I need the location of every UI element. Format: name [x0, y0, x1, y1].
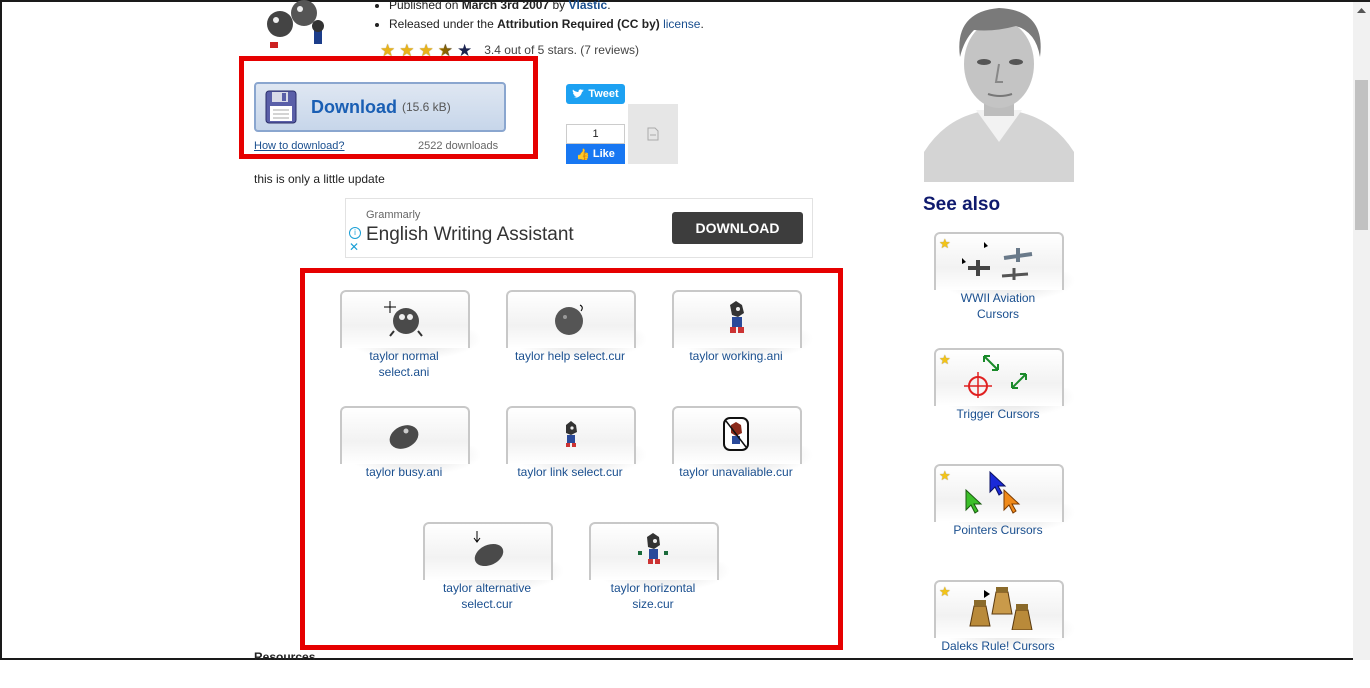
featured-star-icon: ★ [939, 236, 951, 251]
ad-brand: Grammarly [366, 209, 421, 221]
download-count: 2522 downloads [418, 140, 499, 151]
download-size: (15.6 kB) [402, 100, 451, 114]
cursor-card[interactable]: taylor alternative select.cur [423, 522, 565, 630]
see-also-card[interactable]: ★ Trigger Cursors [934, 348, 1076, 456]
cursor-card[interactable]: taylor horizontal size.cur [589, 522, 731, 630]
cursor-card[interactable]: taylor normal select.ani [340, 290, 482, 398]
cursor-name: size.cur [632, 597, 674, 611]
ad-title: English Writing Assistant [366, 224, 574, 245]
bomb-crosshair-icon [384, 301, 423, 337]
like-button[interactable]: 👍 Like [566, 144, 625, 164]
author-link[interactable]: Vlastic [569, 0, 608, 12]
cursor-card[interactable]: taylor unavaliable.cur [672, 406, 814, 514]
rating-row[interactable]: ★ ★ ★ ★ ★ 3.4 out of 5 stars. (7 reviews… [380, 40, 639, 60]
star-icon[interactable]: ★ [419, 42, 434, 59]
daleks-icon [969, 587, 1033, 630]
cursor-name: taylor unavaliable.cur [679, 465, 793, 479]
how-to-download-link[interactable]: How to download? [254, 139, 345, 151]
cursor-name: taylor busy.ani [365, 465, 443, 479]
ad-info-icon[interactable]: i [349, 227, 361, 239]
thumbs-up-icon: 👍 [576, 148, 590, 161]
cursor-name: taylor link select.cur [517, 465, 623, 479]
cursor-name: taylor normal [369, 349, 439, 363]
cursor-card[interactable]: taylor help select.cur [506, 290, 648, 398]
featured-star-icon: ★ [939, 468, 951, 483]
cursor-name: taylor working.ani [689, 349, 783, 363]
featured-star-icon: ★ [939, 584, 951, 599]
like-count: 1 [566, 124, 625, 144]
advertisement-banner[interactable]: i ✕ Grammarly English Writing Assistant … [345, 198, 813, 258]
bomb-arrow-icon [473, 531, 504, 567]
see-also-card[interactable]: ★ WWII Aviation Cursors [934, 232, 1076, 340]
hedgehog-forbidden-icon [723, 417, 749, 451]
cursor-card[interactable]: taylor working.ani [672, 290, 814, 398]
arrow-pointers-icon [965, 470, 1021, 514]
see-also-name: WWII Aviation [960, 291, 1036, 305]
scrollbar-thumb[interactable] [1355, 80, 1368, 230]
cursor-name: select.ani [378, 365, 430, 379]
twitter-bird-icon [572, 89, 585, 98]
license-link[interactable]: license [663, 17, 700, 31]
cursor-name: select.cur [461, 597, 513, 611]
ad-download-button[interactable]: DOWNLOAD [672, 212, 803, 244]
cursor-card[interactable]: taylor busy.ani [340, 406, 482, 514]
see-also-name: Trigger Cursors [956, 407, 1040, 421]
tweet-button[interactable]: Tweet [566, 84, 625, 104]
published-line: Published on March 3rd 2007 by Vlastic. [389, 0, 704, 15]
scroll-up-arrow-icon[interactable] [1353, 2, 1370, 19]
star-half-icon[interactable]: ★ [438, 42, 453, 59]
hedgehog-small-icon [566, 421, 577, 447]
download-label: Download [311, 96, 397, 117]
see-also-heading: See also [923, 194, 1001, 215]
star-icon[interactable]: ★ [380, 42, 395, 59]
hedgehog-resize-icon [638, 533, 668, 564]
pack-description: this is only a little update [254, 172, 385, 186]
see-also-name: Cursors [976, 307, 1019, 321]
featured-star-icon: ★ [939, 352, 951, 367]
hedgehog-icon [730, 301, 744, 333]
download-button[interactable]: Download (15.6 kB) [254, 82, 506, 132]
see-also-name: Pointers Cursors [953, 523, 1043, 537]
rating-text: 3.4 out of 5 stars. (7 reviews) [484, 43, 639, 57]
bomb-icon [555, 304, 583, 335]
document-icon [647, 127, 659, 141]
see-also-card[interactable]: ★ Pointers Cursors [934, 464, 1076, 572]
share-placeholder[interactable] [628, 104, 678, 164]
cursor-name: taylor help select.cur [514, 349, 626, 363]
pack-meta-list: Published on March 3rd 2007 by Vlastic. … [374, 0, 704, 34]
floppy-disk-icon [265, 90, 297, 124]
cursor-card[interactable]: taylor link select.cur [506, 406, 648, 514]
star-empty-icon[interactable]: ★ [457, 42, 472, 59]
ad-close-icon[interactable]: ✕ [349, 241, 359, 253]
cursor-pack-mascot-icon [267, 0, 324, 48]
see-also-name: Daleks Rule! Cursors [941, 639, 1055, 653]
crosshair-icon [964, 355, 1027, 398]
airplanes-icon [962, 242, 1033, 280]
star-icon[interactable]: ★ [399, 42, 414, 59]
facebook-like-widget[interactable]: 1 👍 Like [566, 124, 625, 164]
author-portrait-icon [924, 2, 1074, 182]
license-line: Released under the Attribution Required … [389, 15, 704, 34]
cursor-name: taylor alternative [442, 581, 532, 595]
cursor-name: taylor horizontal [610, 581, 696, 595]
see-also-card[interactable]: ★ Daleks Rule! Cursors [934, 580, 1076, 688]
bomb-tilted-icon [389, 425, 419, 449]
resources-heading: Resources [254, 650, 316, 660]
